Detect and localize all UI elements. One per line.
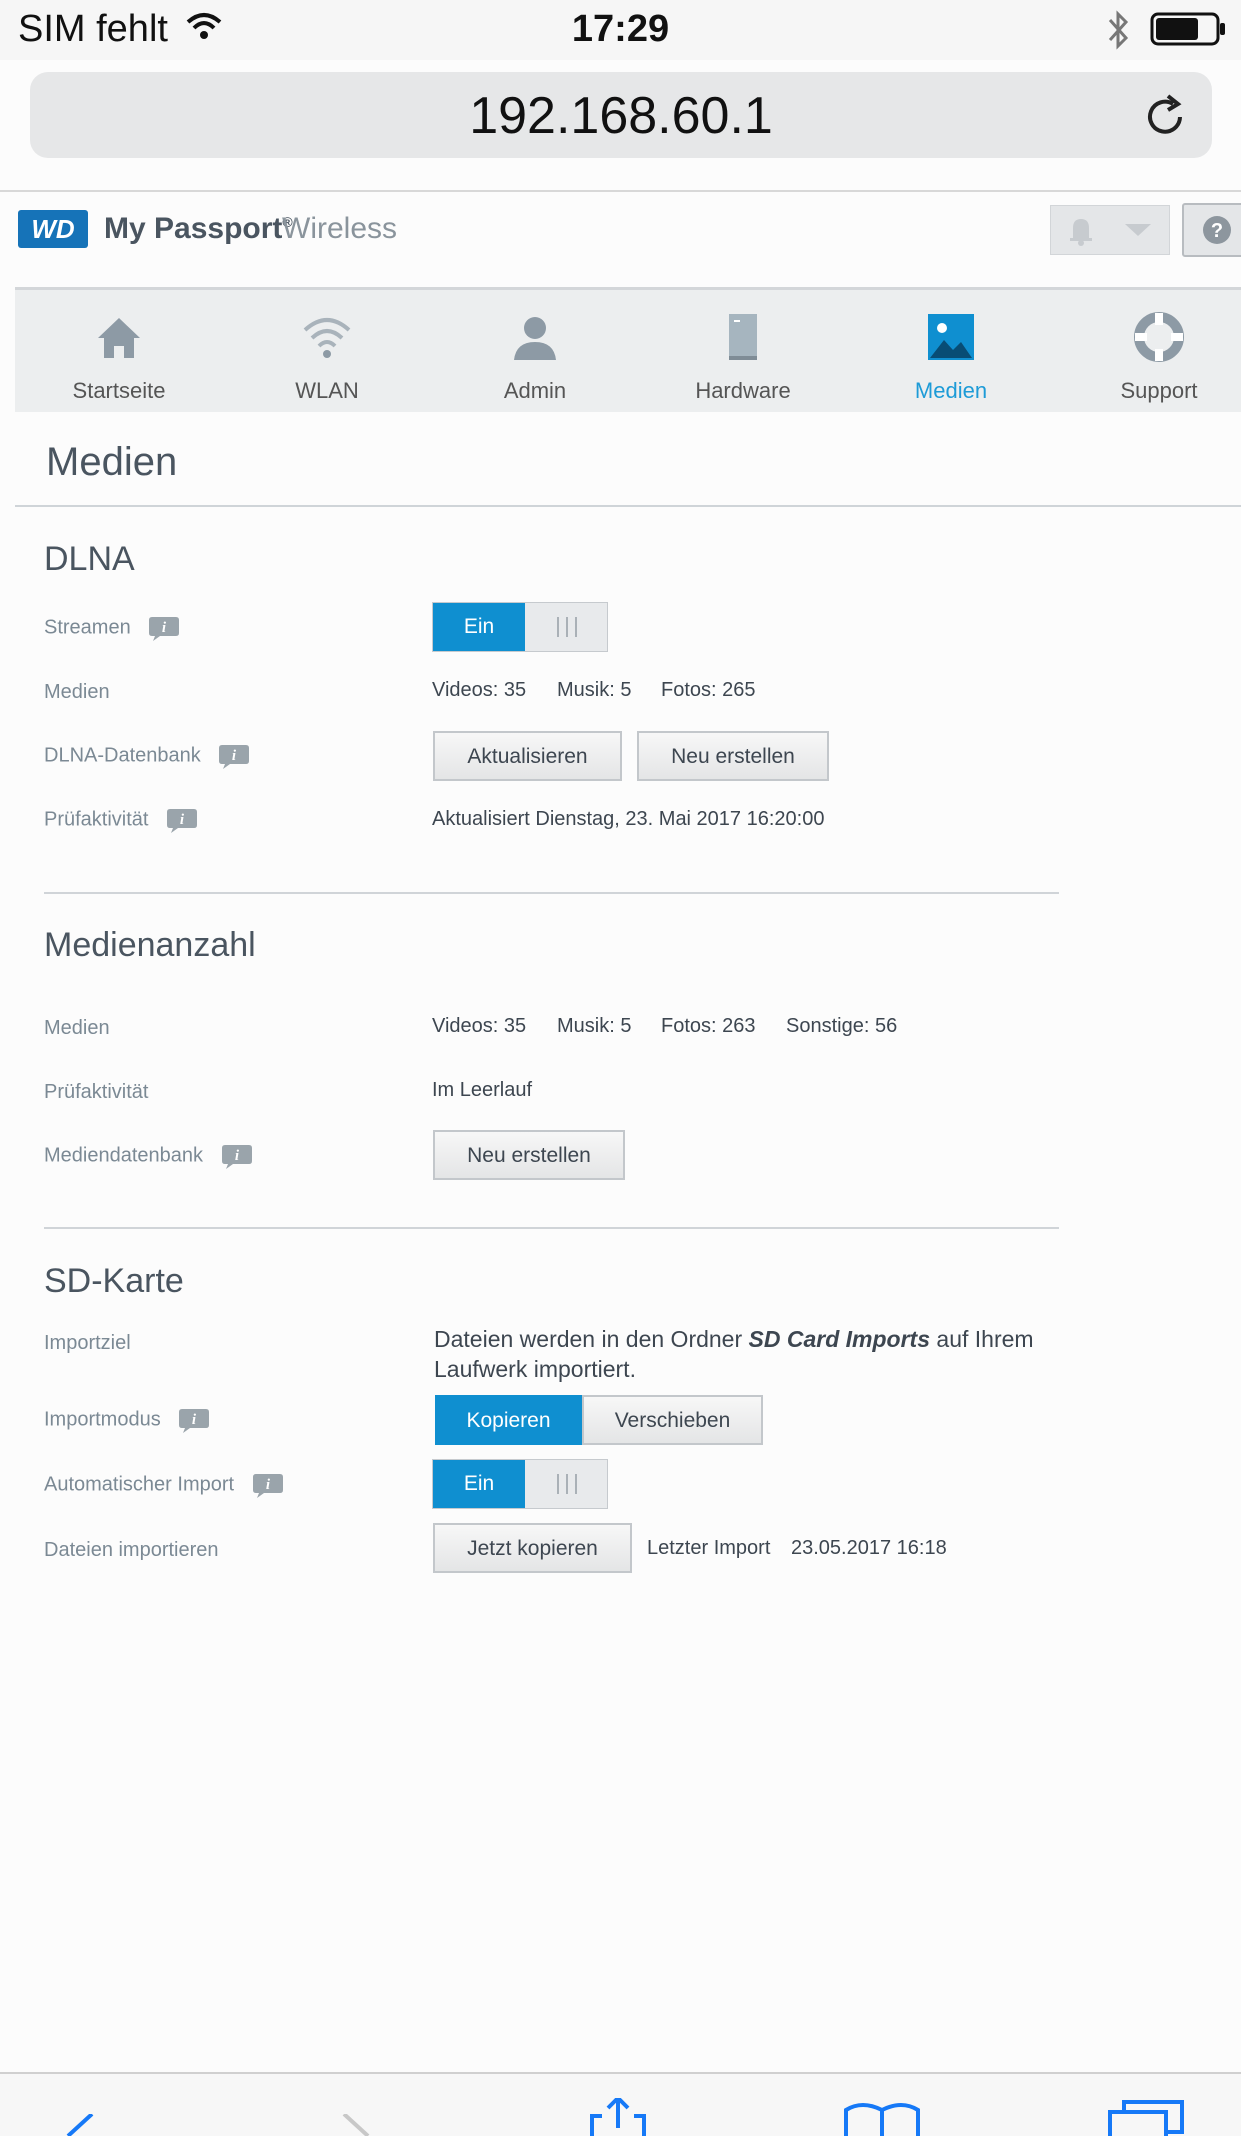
photos-count: Fotos: 263 bbox=[661, 1015, 756, 1037]
address-bar[interactable]: 192.168.60.1 bbox=[30, 72, 1212, 158]
status-bar: SIM fehlt 17:29 bbox=[0, 0, 1241, 60]
chevron-down-icon bbox=[1125, 224, 1151, 236]
music-count: Musik: 5 bbox=[557, 1015, 632, 1037]
forward-icon[interactable] bbox=[338, 2114, 374, 2136]
wifi-icon bbox=[303, 318, 351, 358]
dlna-photos-count: Fotos: 265 bbox=[661, 679, 756, 701]
page-title: Medien bbox=[46, 440, 178, 484]
last-import-label: Letzter Import bbox=[647, 1537, 771, 1559]
share-icon[interactable] bbox=[588, 2098, 648, 2136]
import-mode-move[interactable]: Verschieben bbox=[582, 1395, 763, 1445]
other-count: Sonstige: 56 bbox=[786, 1015, 898, 1037]
dlna-media-label: Medien bbox=[44, 681, 110, 703]
nav-item-medien[interactable]: Medien bbox=[847, 290, 1055, 412]
import-mode-label: Importmodus i bbox=[44, 1407, 210, 1433]
info-icon[interactable]: i bbox=[148, 615, 180, 641]
back-icon[interactable] bbox=[62, 2114, 98, 2136]
rebuild-media-db-button[interactable]: Neu erstellen bbox=[433, 1130, 625, 1180]
tabs-icon[interactable] bbox=[1106, 2098, 1186, 2136]
media-count-label: Medien bbox=[44, 1017, 110, 1039]
dlna-scan-label: Prüfaktivität i bbox=[44, 807, 198, 833]
lifebuoy-icon bbox=[1134, 312, 1184, 362]
brand-suffix: Wireless bbox=[282, 212, 398, 245]
dlna-scan-value: Aktualisiert Dienstag, 23. Mai 2017 16:2… bbox=[432, 808, 825, 830]
svg-text:?: ? bbox=[1211, 220, 1223, 242]
info-icon[interactable]: i bbox=[166, 807, 198, 833]
copy-now-button[interactable]: Jetzt kopieren bbox=[433, 1523, 632, 1573]
import-target-label: Importziel bbox=[44, 1332, 131, 1354]
dlna-db-label: DLNA-Datenbank i bbox=[44, 743, 250, 769]
toggle-grip-icon bbox=[557, 1474, 577, 1494]
section-divider bbox=[44, 892, 1059, 894]
import-folder-name: SD Card Imports bbox=[748, 1326, 931, 1352]
last-import-value: 23.05.2017 16:18 bbox=[791, 1537, 947, 1559]
media-scan-value: Im Leerlauf bbox=[432, 1079, 533, 1101]
notifications-button[interactable] bbox=[1050, 205, 1170, 255]
main-nav: Startseite WLAN Admin Hardware Medien Su… bbox=[15, 287, 1241, 412]
clock: 17:29 bbox=[571, 8, 670, 50]
section-title-dlna: DLNA bbox=[44, 540, 135, 578]
update-button[interactable]: Aktualisieren bbox=[433, 731, 622, 781]
title-divider bbox=[15, 505, 1241, 507]
section-divider bbox=[44, 1227, 1059, 1229]
wd-logo: WD bbox=[18, 210, 88, 248]
import-target-text: Dateien werden in den Ordner SD Card Imp… bbox=[434, 1326, 1034, 1382]
dlna-videos-count: Videos: 35 bbox=[432, 679, 527, 701]
nav-item-hardware[interactable]: Hardware bbox=[639, 290, 847, 412]
toggle-grip-icon bbox=[557, 617, 577, 637]
nav-item-support[interactable]: Support bbox=[1055, 290, 1241, 412]
info-icon[interactable]: i bbox=[218, 743, 250, 769]
bell-icon bbox=[1070, 219, 1092, 246]
nav-item-admin[interactable]: Admin bbox=[431, 290, 639, 412]
help-button[interactable]: ? bbox=[1182, 203, 1241, 257]
import-files-label: Dateien importieren bbox=[44, 1539, 219, 1561]
info-icon[interactable]: i bbox=[178, 1407, 210, 1433]
videos-count: Videos: 35 bbox=[432, 1015, 527, 1037]
brand-name: My Passport® bbox=[104, 212, 293, 245]
info-icon[interactable]: i bbox=[252, 1472, 284, 1498]
help-icon: ? bbox=[1203, 216, 1231, 244]
import-mode-copy[interactable]: Kopieren bbox=[435, 1395, 582, 1445]
info-icon[interactable]: i bbox=[221, 1143, 253, 1169]
media-db-label: Mediendatenbank i bbox=[44, 1143, 253, 1169]
nav-item-wlan[interactable]: WLAN bbox=[223, 290, 431, 412]
url-text: 192.168.60.1 bbox=[469, 87, 773, 145]
bluetooth-icon bbox=[1108, 10, 1129, 50]
nav-item-startseite[interactable]: Startseite bbox=[15, 290, 223, 412]
section-title-sd-card: SD-Karte bbox=[44, 1262, 184, 1300]
header-divider bbox=[0, 190, 1241, 192]
section-title-media-count: Medienanzahl bbox=[44, 926, 256, 964]
bookmarks-icon[interactable] bbox=[842, 2102, 922, 2136]
dlna-music-count: Musik: 5 bbox=[557, 679, 632, 701]
media-icon bbox=[928, 314, 974, 360]
browser-toolbar bbox=[0, 2072, 1241, 2136]
reload-icon[interactable] bbox=[1140, 92, 1190, 142]
battery-icon bbox=[1150, 12, 1225, 46]
streaming-label: Streamen i bbox=[44, 615, 180, 641]
auto-import-toggle[interactable]: Ein bbox=[432, 1459, 608, 1509]
auto-import-label: Automatischer Import i bbox=[44, 1472, 284, 1498]
hardware-icon bbox=[729, 314, 757, 360]
streaming-toggle[interactable]: Ein bbox=[432, 602, 608, 652]
rebuild-dlna-button[interactable]: Neu erstellen bbox=[637, 731, 829, 781]
media-scan-label: Prüfaktivität bbox=[44, 1081, 149, 1103]
home-icon bbox=[98, 318, 140, 358]
user-icon bbox=[514, 317, 556, 360]
